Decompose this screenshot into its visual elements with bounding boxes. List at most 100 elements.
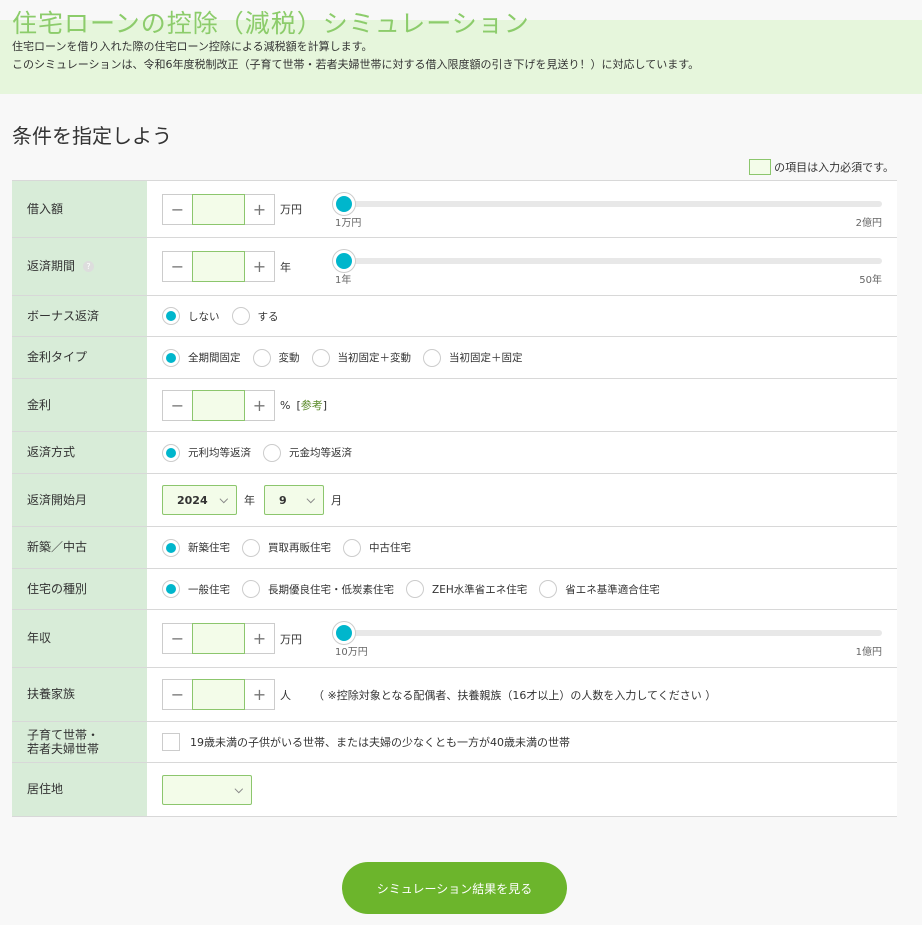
interest-rate-minus-button[interactable]: −: [163, 391, 192, 420]
house-type-radio-group: 一般住宅 長期優良住宅・低炭素住宅 ZEH水準省エネ住宅 省エネ基準適合住宅: [162, 580, 672, 598]
repayment-term-label: 返済期間 ?: [12, 238, 147, 295]
annual-income-minus-button[interactable]: −: [163, 624, 192, 653]
house-type-option[interactable]: ZEH水準省エネ住宅: [406, 580, 527, 598]
radio-button[interactable]: [252, 348, 271, 367]
new-used-option[interactable]: 中古住宅: [343, 538, 411, 557]
annual-income-slider-thumb[interactable]: [333, 622, 355, 644]
radio-button[interactable]: [162, 443, 180, 462]
bonus-option[interactable]: する: [231, 307, 279, 325]
rate-type-option[interactable]: 当初固定＋変動: [311, 348, 412, 367]
house-type-option[interactable]: 一般住宅: [162, 580, 230, 598]
loan-amount-minus-button[interactable]: −: [163, 195, 192, 224]
radio-button[interactable]: [242, 538, 260, 557]
reference-close-bracket: ]: [322, 399, 328, 412]
repayment-term-unit: 年: [280, 260, 291, 274]
method-option[interactable]: 元利均等返済: [162, 443, 251, 462]
repayment-term-minus-button[interactable]: −: [163, 252, 192, 281]
radio-button[interactable]: [311, 348, 330, 367]
radio-button[interactable]: [231, 307, 250, 325]
loan-amount-min-label: 1万円: [335, 218, 362, 229]
annual-income-slider[interactable]: 10万円 1億円: [333, 622, 882, 658]
radio-label: ZEH水準省エネ住宅: [432, 583, 528, 596]
chevron-down-icon: ⌵: [219, 493, 228, 506]
radio-label: 買取再販住宅: [268, 542, 331, 554]
radio-button[interactable]: [263, 443, 281, 462]
bonus-option[interactable]: しない: [162, 307, 220, 325]
start-year-select[interactable]: 2024 ⌵: [162, 485, 237, 515]
radio-button[interactable]: [343, 538, 361, 557]
repayment-term-plus-button[interactable]: +: [245, 252, 274, 281]
repayment-term-input[interactable]: [192, 251, 245, 282]
radio-label: 元利均等返済: [188, 447, 251, 459]
radio-label: 新築住宅: [188, 542, 230, 554]
rate-type-option[interactable]: 当初固定＋固定: [423, 348, 523, 367]
rate-type-label: 金利タイプ: [12, 337, 147, 378]
interest-rate-plus-button[interactable]: +: [245, 391, 274, 420]
loan-amount-unit: 万円: [280, 203, 302, 216]
repayment-term-slider-track[interactable]: [335, 258, 882, 264]
annual-income-slider-track[interactable]: [335, 630, 882, 636]
rate-type-option[interactable]: 変動: [252, 348, 300, 367]
loan-amount-slider-thumb[interactable]: [333, 193, 355, 215]
residence-select[interactable]: ⌵: [162, 774, 252, 805]
radio-button[interactable]: [162, 348, 180, 367]
annual-income-plus-button[interactable]: +: [245, 624, 274, 653]
loan-amount-slider-track[interactable]: [335, 201, 882, 207]
house-type-content: 一般住宅 長期優良住宅・低炭素住宅 ZEH水準省エネ住宅 省エネ基準適合住宅: [147, 569, 897, 609]
dependents-input[interactable]: [192, 679, 245, 710]
loan-amount-input[interactable]: [192, 193, 245, 225]
reference-link[interactable]: 参考: [301, 399, 323, 412]
radio-button[interactable]: [406, 580, 424, 598]
family-type-checkbox[interactable]: [162, 733, 180, 751]
new-used-option[interactable]: 新築住宅: [162, 538, 230, 557]
house-type-option[interactable]: 省エネ基準適合住宅: [539, 580, 660, 598]
row-dependents: 扶養家族 − + 人 （ ※控除対象となる配偶者、扶養親族（16才以上）の人数を…: [12, 668, 897, 722]
new-used-label: 新築／中古: [12, 527, 147, 568]
rate-type-option[interactable]: 全期間固定: [162, 348, 241, 367]
repayment-term-label-text: 返済期間: [27, 259, 76, 274]
house-type-option[interactable]: 長期優良住宅・低炭素住宅: [242, 580, 394, 598]
loan-amount-plus-button[interactable]: +: [245, 195, 274, 224]
rate-type-radio-group: 全期間固定 変動 当初固定＋変動 当初固定＋固定: [162, 348, 535, 367]
radio-button[interactable]: [539, 580, 558, 598]
page-header: 住宅ローンの控除（減税）シミュレーション 住宅ローンを借り入れた際の住宅ローン控…: [0, 0, 922, 96]
interest-rate-input[interactable]: [192, 389, 245, 421]
submit-button[interactable]: シミュレーション結果を見る: [342, 862, 567, 914]
radio-button[interactable]: [242, 580, 260, 598]
new-used-radio-group: 新築住宅 買取再販住宅 中古住宅: [162, 538, 423, 557]
loan-amount-slider[interactable]: 1万円 2億円: [333, 193, 882, 229]
rate-type-content: 全期間固定 変動 当初固定＋変動 当初固定＋固定: [147, 337, 897, 378]
new-used-option[interactable]: 買取再販住宅: [242, 538, 331, 557]
radio-label: 当初固定＋固定: [449, 352, 523, 364]
house-type-label: 住宅の種別: [12, 569, 147, 609]
radio-button[interactable]: [162, 307, 180, 325]
interest-rate-reference: [参考]: [296, 397, 327, 413]
start-month-content: 2024 ⌵ 年 9 ⌵ 月: [147, 474, 897, 526]
start-month-unit: 月: [331, 494, 342, 507]
dependents-note: （ ※控除対象となる配偶者、扶養親族（16才以上）の人数を入力してください ）: [313, 688, 717, 702]
family-type-checkbox-label: 19歳未満の子供がいる世帯、または夫婦の少なくとも一方が40歳未満の世帯: [190, 736, 570, 749]
page-description-1: 住宅ローンを借り入れた際の住宅ローン控除による減税額を計算します。: [12, 40, 373, 53]
method-option[interactable]: 元金均等返済: [263, 443, 352, 462]
dependents-stepper: − +: [162, 679, 275, 710]
page-title: 住宅ローンの控除（減税）シミュレーション: [12, 9, 530, 38]
family-type-label: 子育て世帯・ 若者夫婦世帯: [12, 722, 147, 762]
residence-label: 居住地: [12, 763, 147, 816]
chevron-down-icon: ⌵: [306, 493, 315, 506]
radio-label: 当初固定＋変動: [337, 352, 412, 364]
dependents-plus-button[interactable]: +: [245, 680, 274, 709]
row-interest-rate: 金利 − + % [参考]: [12, 379, 897, 432]
new-used-content: 新築住宅 買取再販住宅 中古住宅: [147, 527, 897, 568]
repayment-term-slider-thumb[interactable]: [333, 250, 355, 272]
annual-income-input[interactable]: [192, 623, 245, 654]
repayment-term-stepper: − +: [162, 251, 275, 282]
radio-button[interactable]: [162, 538, 180, 557]
loan-amount-label: 借入額: [12, 181, 147, 237]
start-month-select[interactable]: 9 ⌵: [264, 485, 324, 515]
radio-button[interactable]: [423, 348, 441, 367]
radio-button[interactable]: [162, 580, 180, 598]
repayment-term-slider[interactable]: 1年 50年: [333, 250, 882, 286]
help-icon[interactable]: ?: [83, 261, 95, 272]
dependents-minus-button[interactable]: −: [163, 680, 192, 709]
row-new-used: 新築／中古 新築住宅 買取再販住宅 中古住宅: [12, 527, 897, 569]
